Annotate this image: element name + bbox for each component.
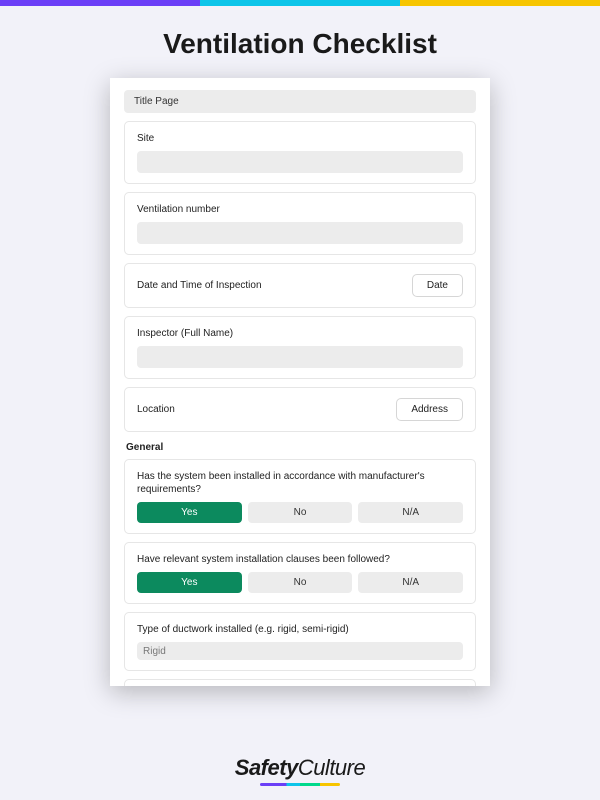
question-label: Type of ductwork installed (e.g. rigid, … (137, 623, 463, 636)
field-location: Location Address (124, 387, 476, 432)
radio-no[interactable]: No (248, 502, 353, 523)
field-label: Inspector (Full Name) (137, 327, 463, 340)
field-site: Site (124, 121, 476, 184)
stripe-cyan (200, 0, 400, 6)
ductwork-value: Rigid (143, 646, 166, 657)
question-2: Have relevant system installation clause… (124, 542, 476, 604)
radio-na[interactable]: N/A (358, 572, 463, 593)
field-ventilation-number: Ventilation number (124, 192, 476, 255)
address-button[interactable]: Address (396, 398, 463, 421)
field-label: Location (137, 403, 175, 416)
field-inspector: Inspector (Full Name) (124, 316, 476, 379)
stripe-purple (0, 0, 200, 6)
field-date-time: Date and Time of Inspection Date (124, 263, 476, 308)
logo-strong: Safety (235, 755, 298, 780)
date-button[interactable]: Date (412, 274, 463, 297)
field-label: Site (137, 132, 463, 145)
radio-group: Yes No N/A (137, 572, 463, 593)
field-label: Ventilation number (137, 203, 463, 216)
radio-yes[interactable]: Yes (137, 572, 242, 593)
inspector-input[interactable] (137, 346, 463, 368)
question-4: Description of installed controls (e.g. … (124, 679, 476, 686)
section-header-general: General (126, 442, 476, 453)
footer-logo: SafetyCulture (0, 755, 600, 786)
radio-na[interactable]: N/A (358, 502, 463, 523)
logo-underline (260, 783, 340, 786)
site-input[interactable] (137, 151, 463, 173)
question-1: Has the system been installed in accorda… (124, 459, 476, 534)
top-accent-stripe (0, 0, 600, 6)
question-label: Have relevant system installation clause… (137, 553, 463, 566)
logo-light: Culture (298, 755, 365, 780)
section-header-title-page: Title Page (124, 90, 476, 113)
logo-text: SafetyCulture (0, 755, 600, 781)
ventilation-number-input[interactable] (137, 222, 463, 244)
question-3: Type of ductwork installed (e.g. rigid, … (124, 612, 476, 671)
stripe-yellow (400, 0, 600, 6)
radio-no[interactable]: No (248, 572, 353, 593)
radio-yes[interactable]: Yes (137, 502, 242, 523)
radio-group: Yes No N/A (137, 502, 463, 523)
question-label: Has the system been installed in accorda… (137, 470, 463, 496)
field-label: Date and Time of Inspection (137, 279, 262, 292)
checklist-sheet: Title Page Site Ventilation number Date … (110, 78, 490, 686)
page-title: Ventilation Checklist (0, 28, 600, 60)
ductwork-input[interactable]: Rigid (137, 642, 463, 660)
